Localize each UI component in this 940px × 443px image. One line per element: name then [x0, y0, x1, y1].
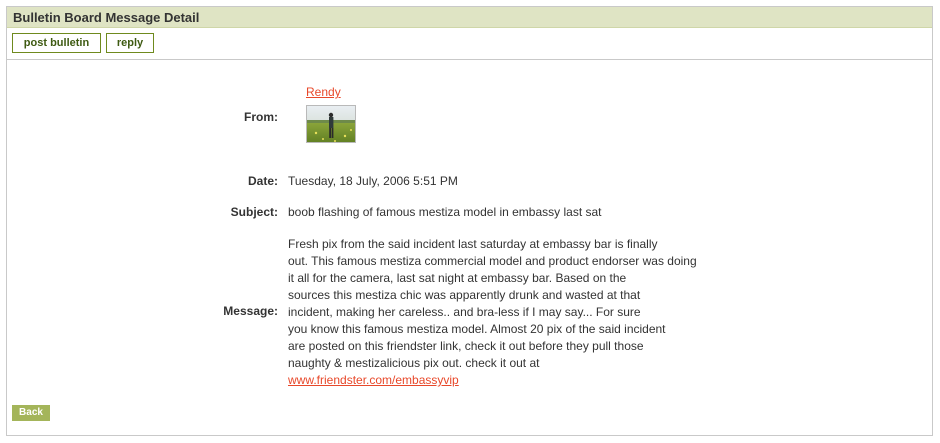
message-line: naughty & mestizalicious pix out. check … — [288, 356, 540, 370]
back-button[interactable]: Back — [12, 405, 50, 421]
friendster-link[interactable]: www.friendster.com/embassyvip — [288, 373, 459, 387]
message-line: out. This famous mestiza commercial mode… — [288, 254, 697, 268]
date-label: Date: — [247, 174, 278, 188]
user-photo-thumbnail-icon — [307, 106, 355, 142]
date-value: Tuesday, 18 July, 2006 5:51 PM — [288, 174, 458, 188]
post-bulletin-button[interactable]: post bulletin — [12, 33, 101, 53]
message-line: Fresh pix from the said incident last sa… — [288, 237, 658, 251]
message-line: incident, making her careless.. and bra-… — [288, 305, 641, 319]
message-line: sources this mestiza chic was apparently… — [288, 288, 641, 302]
message-line: are posted on this friendster link, chec… — [288, 339, 644, 353]
page-title: Bulletin Board Message Detail — [7, 7, 932, 28]
author-link[interactable]: Rendy — [306, 85, 341, 99]
message-line: you know this famous mestiza model. Almo… — [288, 322, 666, 336]
message-line: it all for the camera, last sat night at… — [288, 271, 627, 285]
avatar[interactable] — [306, 105, 356, 143]
subject-label: Subject: — [230, 205, 278, 219]
message-body: Fresh pix from the said incident last sa… — [288, 236, 738, 389]
reply-button[interactable]: reply — [106, 33, 154, 53]
subject-value: boob flashing of famous mestiza model in… — [288, 205, 602, 219]
message-label: Message: — [223, 304, 278, 318]
from-label: From: — [244, 110, 278, 124]
toolbar: post bulletin reply — [7, 28, 932, 60]
